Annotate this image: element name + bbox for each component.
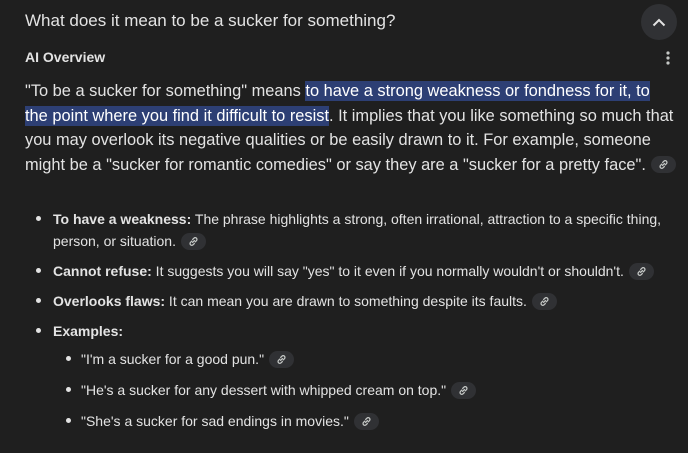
source-link-button[interactable] <box>451 381 477 399</box>
example-text: "He's a sucker for any dessert with whip… <box>81 382 447 398</box>
link-icon <box>189 236 198 246</box>
source-link-button[interactable] <box>353 412 379 430</box>
source-link-button[interactable] <box>269 350 295 368</box>
example-text: "She's a sucker for sad endings in movie… <box>81 413 349 429</box>
link-icon <box>277 354 286 364</box>
collapse-button[interactable] <box>641 4 677 40</box>
link-icon <box>540 296 549 306</box>
list-item: To have a weakness: The phrase highlight… <box>25 208 680 252</box>
bullet-term: Cannot refuse: <box>53 263 152 279</box>
more-vert-icon <box>666 51 670 65</box>
list-item: Cannot refuse: It suggests you will say … <box>25 260 680 282</box>
link-icon <box>459 385 468 395</box>
source-link-button[interactable] <box>180 232 206 250</box>
source-link-button[interactable] <box>628 262 654 280</box>
bullet-term: To have a weakness: <box>53 211 192 227</box>
link-icon <box>637 266 646 276</box>
overview-paragraph: "To be a sucker for something" means to … <box>25 79 677 177</box>
link-icon <box>659 159 668 169</box>
bullet-term: Examples: <box>53 323 124 339</box>
ai-overview-label: AI Overview <box>25 49 106 65</box>
intro-text-start: "To be a sucker for something" means <box>25 82 306 100</box>
example-item: "She's a sucker for sad endings in movie… <box>53 410 680 432</box>
link-icon <box>362 416 371 426</box>
bullet-text: It can mean you are drawn to something d… <box>165 293 527 309</box>
example-text: "I'm a sucker for a good pun." <box>81 351 265 367</box>
list-item: Examples: "I'm a sucker for a good pun."… <box>25 320 680 432</box>
example-item: "I'm a sucker for a good pun." <box>53 348 680 370</box>
chevron-up-icon <box>652 18 666 26</box>
examples-list: "I'm a sucker for a good pun." "He's a s… <box>53 348 680 432</box>
definition-list: To have a weakness: The phrase highlight… <box>25 208 680 441</box>
source-link-button[interactable] <box>531 292 557 310</box>
bullet-term: Overlooks flaws: <box>53 293 166 309</box>
example-item: "He's a sucker for any dessert with whip… <box>53 379 680 401</box>
list-item: Overlooks flaws: It can mean you are dra… <box>25 290 680 312</box>
question-title: What does it mean to be a sucker for som… <box>25 11 396 30</box>
bullet-text: It suggests you will say "yes" to it eve… <box>151 263 624 279</box>
source-link-button[interactable] <box>650 155 676 173</box>
more-options-button[interactable] <box>660 48 676 68</box>
